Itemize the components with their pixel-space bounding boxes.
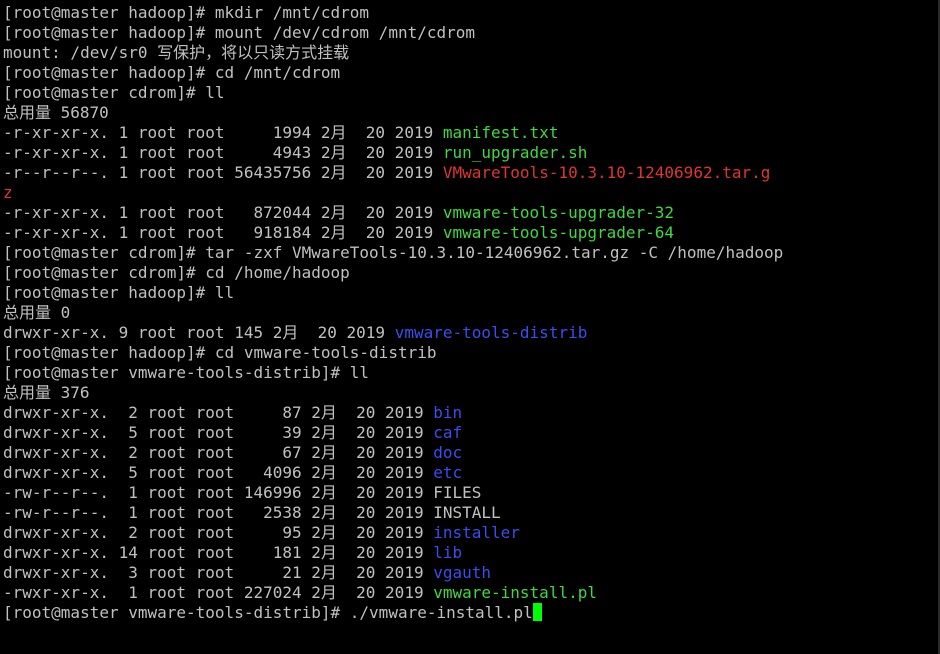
terminal-line: drwxr-xr-x. 2 root root 95 2月 20 2019 in… — [3, 523, 938, 543]
terminal-line: [root@master vmware-tools-distrib]# ./vm… — [3, 603, 938, 623]
terminal-line: [root@master hadoop]# ll — [3, 283, 938, 303]
terminal-line: -rw-r--r--. 1 root root 146996 2月 20 201… — [3, 483, 938, 503]
terminal-text: drwxr-xr-x. 5 root root 39 2月 20 2019 — [3, 423, 434, 442]
terminal-line: [root@master vmware-tools-distrib]# ll — [3, 363, 938, 383]
terminal-text: drwxr-xr-x. 5 root root 4096 2月 20 2019 — [3, 463, 434, 482]
terminal-filename: etc — [433, 463, 463, 482]
terminal-filename: manifest.txt — [442, 123, 559, 142]
terminal-line: drwxr-xr-x. 9 root root 145 2月 20 2019 v… — [3, 323, 938, 343]
terminal-filename: bin — [433, 403, 463, 422]
terminal-text: drwxr-xr-x. 14 root root 181 2月 20 2019 — [3, 543, 434, 562]
terminal-line: drwxr-xr-x. 5 root root 39 2月 20 2019 ca… — [3, 423, 938, 443]
terminal-line: -rwxr-xr-x. 1 root root 227024 2月 20 201… — [3, 583, 938, 603]
terminal-filename: doc — [433, 443, 463, 462]
terminal-text: drwxr-xr-x. 3 root root 21 2月 20 2019 — [3, 563, 434, 582]
terminal-text: [root@master hadoop]# mount /dev/cdrom /… — [3, 23, 476, 42]
terminal-line: drwxr-xr-x. 5 root root 4096 2月 20 2019 … — [3, 463, 938, 483]
terminal-text: 总用量 376 — [3, 383, 90, 402]
terminal-text: -rwxr-xr-x. 1 root root 227024 2月 20 201… — [3, 583, 434, 602]
terminal-line: [root@master hadoop]# mkdir /mnt/cdrom — [3, 3, 938, 23]
terminal-line: 总用量 0 — [3, 303, 938, 323]
terminal-text: -r-xr-xr-x. 1 root root 4943 2月 20 2019 — [3, 143, 443, 162]
terminal-line: -r-xr-xr-x. 1 root root 872044 2月 20 201… — [3, 203, 938, 223]
terminal-filename: vmware-tools-distrib — [394, 323, 588, 342]
terminal-line: 总用量 376 — [3, 383, 938, 403]
terminal-line: -r--r--r--. 1 root root 56435756 2月 20 2… — [3, 163, 938, 183]
terminal-line: z — [3, 183, 938, 203]
terminal-text: [root@master cdrom]# cd /home/hadoop — [3, 263, 350, 282]
terminal-filename: z — [3, 183, 13, 202]
terminal-text: drwxr-xr-x. 9 root root 145 2月 20 2019 — [3, 323, 395, 342]
terminal-filename: VMwareTools-10.3.10-12406962.tar.g — [442, 163, 771, 182]
terminal-window[interactable]: [root@master hadoop]# mkdir /mnt/cdrom [r… — [0, 0, 940, 654]
terminal-text: [root@master hadoop]# mkdir /mnt/cdrom — [3, 3, 370, 22]
terminal-text: -r-xr-xr-x. 1 root root 1994 2月 20 2019 — [3, 123, 443, 142]
terminal-filename: lib — [433, 543, 463, 562]
terminal-cursor — [532, 603, 542, 621]
terminal-line: 总用量 56870 — [3, 103, 938, 123]
terminal-text: -r-xr-xr-x. 1 root root 918184 2月 20 201… — [3, 223, 443, 242]
terminal-filename: vgauth — [433, 563, 492, 582]
terminal-line: -r-xr-xr-x. 1 root root 4943 2月 20 2019 … — [3, 143, 938, 163]
terminal-filename: installer — [433, 523, 520, 542]
terminal-line: -r-xr-xr-x. 1 root root 1994 2月 20 2019 … — [3, 123, 938, 143]
terminal-text: -rw-r--r--. 1 root root 146996 2月 20 201… — [3, 483, 482, 502]
terminal-line: drwxr-xr-x. 3 root root 21 2月 20 2019 vg… — [3, 563, 938, 583]
terminal-filename: run_upgrader.sh — [442, 143, 588, 162]
terminal-text: [root@master cdrom]# ll — [3, 83, 225, 102]
terminal-filename: vmware-install.pl — [433, 583, 597, 602]
terminal-line: [root@master cdrom]# tar -zxf VMwareTool… — [3, 243, 938, 263]
terminal-line: drwxr-xr-x. 2 root root 67 2月 20 2019 do… — [3, 443, 938, 463]
terminal-line: [root@master cdrom]# cd /home/hadoop — [3, 263, 938, 283]
terminal-filename: vmware-tools-upgrader-32 — [442, 203, 675, 222]
terminal-line: [root@master hadoop]# cd /mnt/cdrom — [3, 63, 938, 83]
terminal-filename: vmware-tools-upgrader-64 — [442, 223, 675, 242]
terminal-text: [root@master cdrom]# tar -zxf VMwareTool… — [3, 243, 784, 262]
terminal-filename: caf — [433, 423, 463, 442]
terminal-text: [root@master vmware-tools-distrib]# ll — [3, 363, 370, 382]
terminal-text: [root@master vmware-tools-distrib]# ./vm… — [3, 603, 533, 622]
terminal-text: drwxr-xr-x. 2 root root 87 2月 20 2019 — [3, 403, 434, 422]
terminal-line: [root@master cdrom]# ll — [3, 83, 938, 103]
terminal-text: mount: /dev/sr0 写保护，将以只读方式挂载 — [3, 43, 350, 62]
terminal-text: [root@master hadoop]# cd /mnt/cdrom — [3, 63, 341, 82]
terminal-text: -r--r--r--. 1 root root 56435756 2月 20 2… — [3, 163, 443, 182]
terminal-text: [root@master hadoop]# cd vmware-tools-di… — [3, 343, 437, 362]
terminal-line: -rw-r--r--. 1 root root 2538 2月 20 2019 … — [3, 503, 938, 523]
terminal-text: drwxr-xr-x. 2 root root 67 2月 20 2019 — [3, 443, 434, 462]
terminal-line: drwxr-xr-x. 14 root root 181 2月 20 2019 … — [3, 543, 938, 563]
terminal-line: mount: /dev/sr0 写保护，将以只读方式挂载 — [3, 43, 938, 63]
terminal-line: drwxr-xr-x. 2 root root 87 2月 20 2019 bi… — [3, 403, 938, 423]
terminal-text: [root@master hadoop]# ll — [3, 283, 235, 302]
terminal-line: [root@master hadoop]# cd vmware-tools-di… — [3, 343, 938, 363]
terminal-line: -r-xr-xr-x. 1 root root 918184 2月 20 201… — [3, 223, 938, 243]
terminal-line: [root@master hadoop]# mount /dev/cdrom /… — [3, 23, 938, 43]
terminal-text: 总用量 0 — [3, 303, 71, 322]
terminal-text: drwxr-xr-x. 2 root root 95 2月 20 2019 — [3, 523, 434, 542]
terminal-text: -r-xr-xr-x. 1 root root 872044 2月 20 201… — [3, 203, 443, 222]
terminal-text: -rw-r--r--. 1 root root 2538 2月 20 2019 … — [3, 503, 501, 522]
terminal-text: 总用量 56870 — [3, 103, 109, 122]
